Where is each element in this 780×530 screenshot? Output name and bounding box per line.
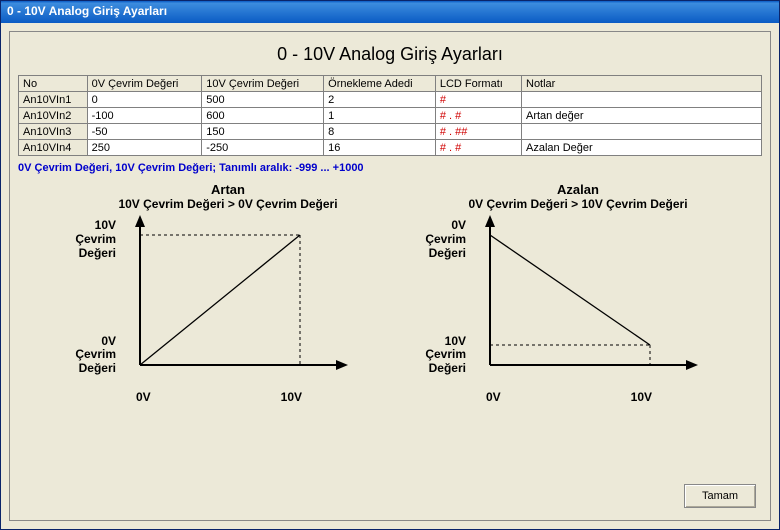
chart-svg-descending — [470, 215, 700, 385]
table-row[interactable]: An10VIn1 0 500 2 # — [19, 92, 762, 108]
x-left-label: 0V — [136, 390, 151, 404]
y-axis-labels: 0VÇevrimDeğeri 10VÇevrimDeğeri — [418, 215, 470, 404]
y-top-label: 0VÇevrimDeğeri — [418, 219, 466, 260]
cell-note[interactable]: Azalan Değer — [522, 140, 762, 156]
table-row[interactable]: An10VIn3 -50 150 8 # . ## — [19, 124, 762, 140]
analog-input-table[interactable]: No 0V Çevrim Değeri 10V Çevrim Değeri Ör… — [18, 75, 762, 156]
table-row[interactable]: An10VIn2 -100 600 1 # . # Artan değer — [19, 108, 762, 124]
cell-no: An10VIn3 — [19, 124, 88, 140]
table-header-row: No 0V Çevrim Değeri 10V Çevrim Değeri Ör… — [19, 76, 762, 92]
cell-samp[interactable]: 16 — [324, 140, 436, 156]
chart-caption: Azalan — [418, 182, 738, 197]
col-no: No — [19, 76, 88, 92]
cell-lcd[interactable]: # — [435, 92, 521, 108]
cell-10v[interactable]: 500 — [202, 92, 324, 108]
col-sample: Örnekleme Adedi — [324, 76, 436, 92]
cell-samp[interactable]: 2 — [324, 92, 436, 108]
ok-button[interactable]: Tamam — [684, 484, 756, 508]
x-right-label: 10V — [281, 390, 302, 404]
cell-lcd[interactable]: # . ## — [435, 124, 521, 140]
window: 0 - 10V Analog Giriş Ayarları 0 - 10V An… — [0, 0, 780, 530]
y-top-label: 10VÇevrimDeğeri — [68, 219, 116, 260]
cell-lcd[interactable]: # . # — [435, 108, 521, 124]
cell-samp[interactable]: 1 — [324, 108, 436, 124]
chart-row: Artan 10V Çevrim Değeri > 0V Çevrim Değe… — [18, 182, 762, 404]
cell-0v[interactable]: 0 — [87, 92, 202, 108]
cell-note[interactable]: Artan değer — [522, 108, 762, 124]
chart-subtitle: 0V Çevrim Değeri > 10V Çevrim Değeri — [418, 197, 738, 211]
cell-10v[interactable]: 600 — [202, 108, 324, 124]
table-row[interactable]: An10VIn4 250 -250 16 # . # Azalan Değer — [19, 140, 762, 156]
chart-caption: Artan — [68, 182, 388, 197]
cell-note[interactable] — [522, 124, 762, 140]
cell-0v[interactable]: -100 — [87, 108, 202, 124]
x-right-label: 10V — [631, 390, 652, 404]
cell-10v[interactable]: 150 — [202, 124, 324, 140]
chart-ascending: Artan 10V Çevrim Değeri > 0V Çevrim Değe… — [68, 182, 388, 404]
cell-lcd[interactable]: # . # — [435, 140, 521, 156]
panel: 0 - 10V Analog Giriş Ayarları No 0V Çevr… — [9, 31, 771, 521]
client-area: 0 - 10V Analog Giriş Ayarları No 0V Çevr… — [1, 23, 779, 529]
cell-0v[interactable]: 250 — [87, 140, 202, 156]
page-title: 0 - 10V Analog Giriş Ayarları — [18, 44, 762, 65]
cell-10v[interactable]: -250 — [202, 140, 324, 156]
col-0v: 0V Çevrim Değeri — [87, 76, 202, 92]
cell-no: An10VIn1 — [19, 92, 88, 108]
chart-subtitle: 10V Çevrim Değeri > 0V Çevrim Değeri — [68, 197, 388, 211]
col-notes: Notlar — [522, 76, 762, 92]
range-hint: 0V Çevrim Değeri, 10V Çevrim Değeri; Tan… — [18, 162, 762, 174]
col-10v: 10V Çevrim Değeri — [202, 76, 324, 92]
cell-samp[interactable]: 8 — [324, 124, 436, 140]
col-lcd: LCD Formatı — [435, 76, 521, 92]
cell-no: An10VIn2 — [19, 108, 88, 124]
y-bot-label: 0VÇevrimDeğeri — [68, 335, 116, 376]
chart-descending: Azalan 0V Çevrim Değeri > 10V Çevrim Değ… — [418, 182, 738, 404]
y-bot-label: 10VÇevrimDeğeri — [418, 335, 466, 376]
window-title: 0 - 10V Analog Giriş Ayarları — [7, 4, 167, 18]
cell-note[interactable] — [522, 92, 762, 108]
chart-svg-ascending — [120, 215, 350, 385]
cell-no: An10VIn4 — [19, 140, 88, 156]
cell-0v[interactable]: -50 — [87, 124, 202, 140]
titlebar[interactable]: 0 - 10V Analog Giriş Ayarları — [1, 1, 779, 23]
y-axis-labels: 10VÇevrimDeğeri 0VÇevrimDeğeri — [68, 215, 120, 404]
x-left-label: 0V — [486, 390, 501, 404]
